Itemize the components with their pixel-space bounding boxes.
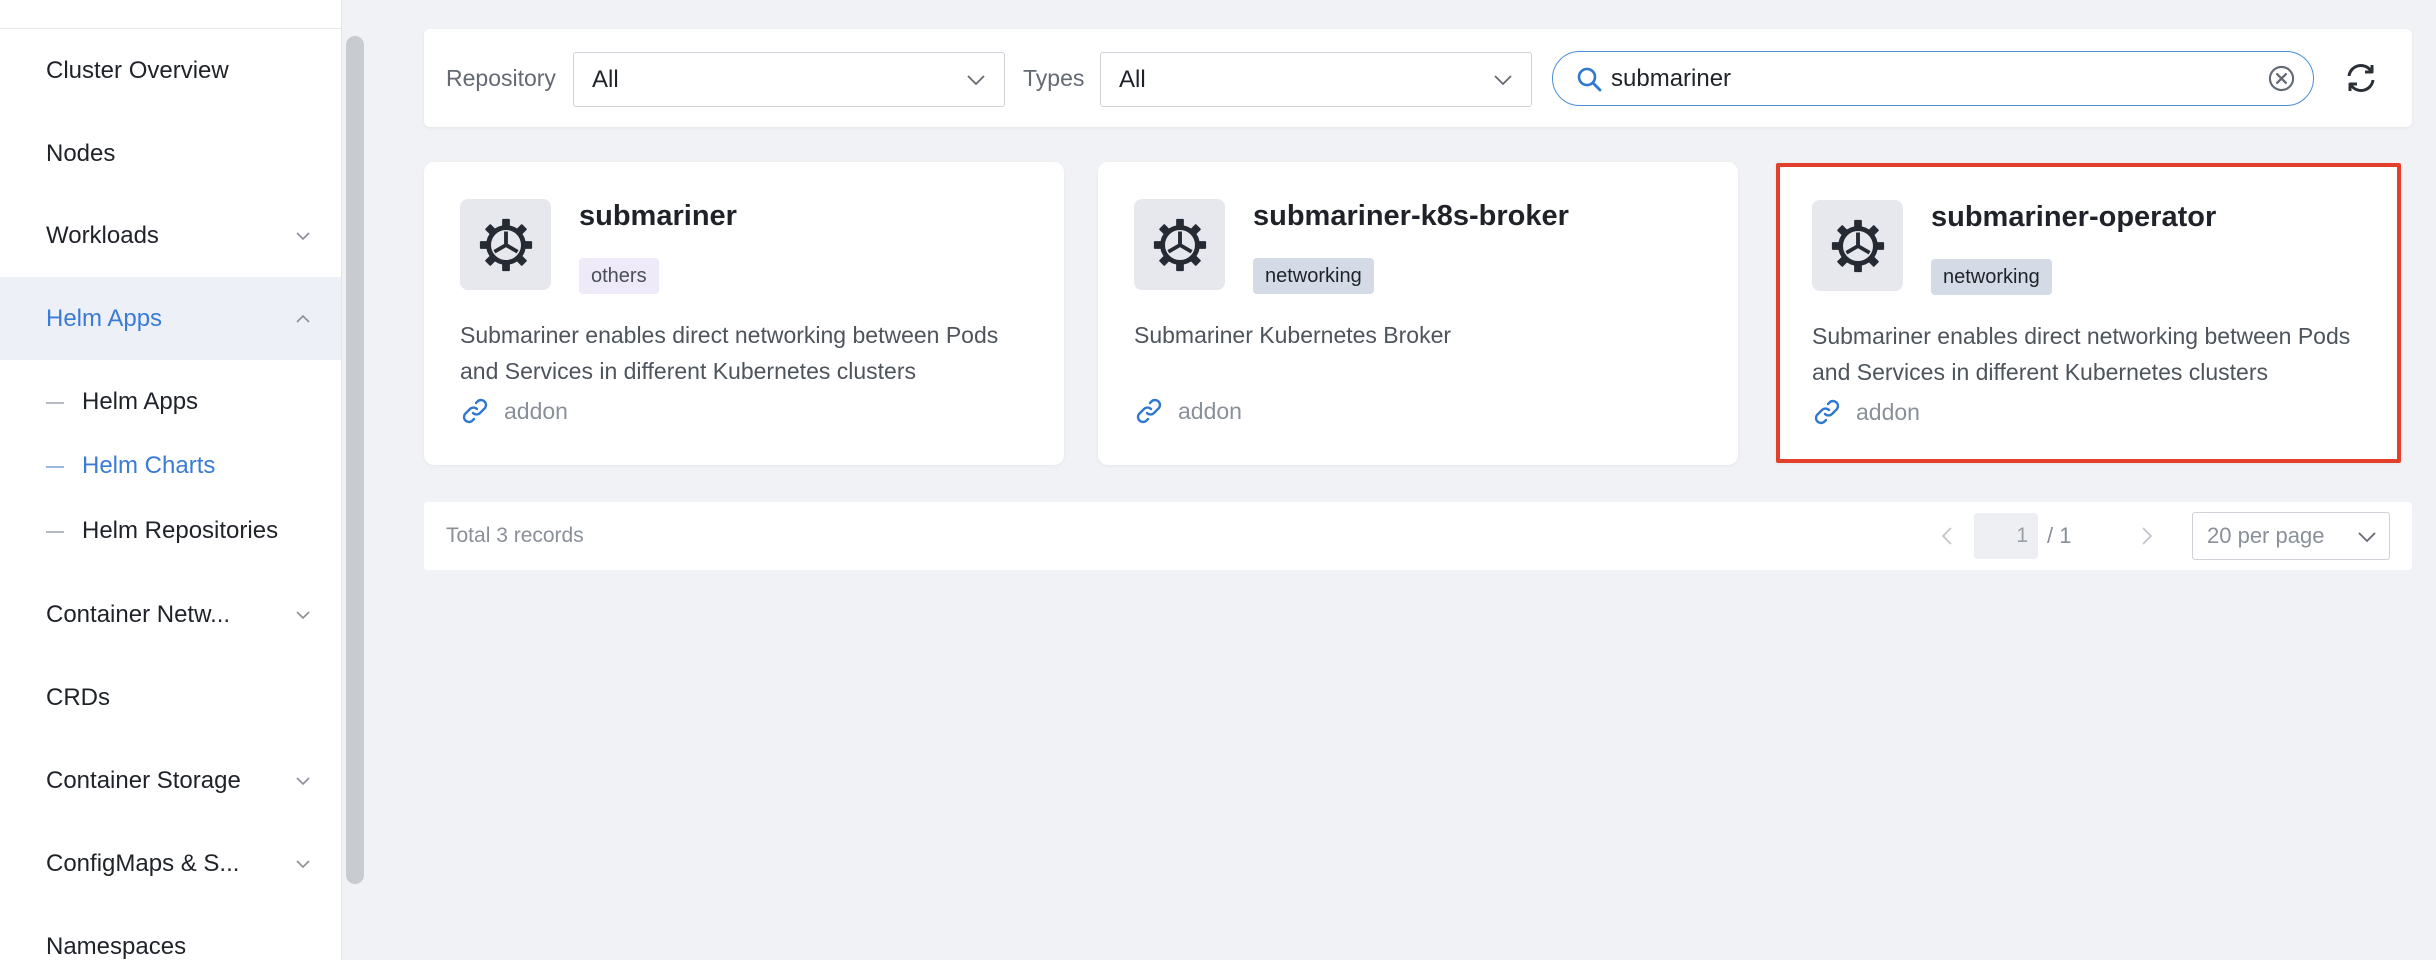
chevron-down-icon — [2358, 532, 2376, 543]
helm-chart-icon — [1831, 219, 1884, 272]
chevron-down-icon — [296, 610, 310, 619]
sidebar-item-container-network[interactable]: Container Netw... — [0, 573, 341, 656]
dash-icon — [46, 402, 64, 404]
chevron-down-icon — [296, 231, 310, 240]
dash-icon — [46, 466, 64, 468]
chevron-down-icon — [1494, 75, 1512, 86]
clear-icon[interactable] — [2268, 65, 2295, 92]
sidebar-item-label: CRDs — [46, 683, 110, 711]
link-icon — [1136, 398, 1162, 424]
sidebar-item-label: Container Netw... — [46, 600, 231, 628]
chevron-down-icon — [296, 859, 310, 868]
chart-description: Submariner enables direct networking bet… — [1812, 323, 2351, 385]
repository-link-label: addon — [504, 397, 568, 424]
sidebar-item-label: Namespaces — [46, 932, 187, 960]
repository-link[interactable]: addon — [1812, 396, 1920, 428]
refresh-icon[interactable] — [2343, 60, 2379, 96]
sidebar-item-cluster-overview[interactable]: Cluster Overview — [0, 29, 341, 112]
per-page-value: 20 per page — [2207, 523, 2325, 548]
chevron-left-icon[interactable] — [1936, 524, 1960, 548]
sidebar-subitem-label: Helm Repositories — [82, 517, 279, 544]
search-icon — [1577, 67, 1602, 92]
types-select[interactable]: All — [1100, 52, 1532, 107]
sidebar-item-label: Container Storage — [46, 766, 241, 794]
page-number-input[interactable]: 1 — [1974, 513, 2038, 559]
sidebar-subitem-label: Helm Apps — [82, 388, 199, 415]
total-records: Total 3 records — [446, 524, 584, 547]
sidebar-subitem-helm-repositories[interactable]: Helm Repositories — [0, 499, 341, 563]
sidebar: Cluster Overview Nodes Workloads Helm Ap… — [0, 0, 342, 960]
chart-icon-box — [1134, 199, 1225, 290]
sidebar-subitem-label: Helm Charts — [82, 452, 216, 479]
dash-icon — [46, 531, 64, 533]
link-icon — [462, 398, 488, 424]
chart-title[interactable]: submariner-k8s-broker — [1253, 200, 1569, 233]
per-page-select[interactable]: 20 per page — [2192, 512, 2390, 560]
repository-select[interactable]: All — [573, 52, 1005, 107]
sidebar-item-workloads[interactable]: Workloads — [0, 194, 341, 277]
repository-link[interactable]: addon — [460, 395, 568, 427]
page-total: / 1 — [2047, 523, 2072, 548]
chevron-right-icon[interactable] — [2134, 524, 2158, 548]
chevron-down-icon — [967, 75, 985, 86]
chevron-down-icon — [296, 776, 310, 785]
sidebar-item-nodes[interactable]: Nodes — [0, 112, 341, 195]
chevron-up-icon — [296, 314, 310, 323]
chart-title[interactable]: submariner — [579, 200, 737, 233]
helm-chart-icon — [1153, 218, 1206, 271]
repository-select-value: All — [592, 66, 619, 93]
sidebar-subitem-helm-charts[interactable]: Helm Charts — [0, 434, 341, 498]
sidebar-item-helm-apps[interactable]: Helm Apps — [0, 277, 341, 360]
chart-card-highlighted[interactable]: submariner-operator networking Submarine… — [1776, 163, 2401, 463]
sidebar-item-label: Workloads — [46, 221, 159, 249]
category-tag: networking — [1931, 259, 2052, 295]
filter-toolbar: Repository All Types All submariner — [424, 29, 2412, 127]
sidebar-item-label: Nodes — [46, 139, 116, 167]
types-select-value: All — [1119, 66, 1146, 93]
sidebar-item-label: Cluster Overview — [46, 56, 229, 84]
repository-link-label: addon — [1856, 398, 1920, 425]
sidebar-item-configmaps[interactable]: ConfigMaps & S... — [0, 822, 341, 905]
chart-icon-box — [1812, 200, 1903, 291]
chart-title[interactable]: submariner-operator — [1931, 201, 2216, 234]
chart-icon-box — [460, 199, 551, 290]
pagination-bar: Total 3 records 1 / 1 20 per page — [424, 502, 2412, 570]
sidebar-scrollbar[interactable] — [346, 36, 364, 884]
sidebar-item-label: Helm Apps — [46, 304, 163, 332]
sidebar-item-namespaces[interactable]: Namespaces — [0, 905, 341, 960]
sidebar-subitem-helm-apps[interactable]: Helm Apps — [0, 370, 341, 434]
types-label: Types — [1023, 65, 1085, 91]
sidebar-item-crds[interactable]: CRDs — [0, 656, 341, 739]
search-input[interactable]: submariner — [1552, 51, 2314, 106]
repository-link-label: addon — [1178, 397, 1242, 424]
link-icon — [1814, 399, 1840, 425]
repository-link[interactable]: addon — [1134, 395, 1242, 427]
search-input-value: submariner — [1611, 65, 1732, 92]
chart-description: Submariner Kubernetes Broker — [1134, 322, 1452, 348]
helm-chart-icon — [479, 218, 532, 271]
category-tag: others — [579, 258, 659, 294]
category-tag: networking — [1253, 258, 1374, 294]
chart-card[interactable]: submariner others Submariner enables dir… — [424, 162, 1064, 465]
sidebar-item-container-storage[interactable]: Container Storage — [0, 739, 341, 822]
sidebar-item-label: ConfigMaps & S... — [46, 849, 240, 877]
chart-card[interactable]: submariner-k8s-broker networking Submari… — [1098, 162, 1738, 465]
chart-description: Submariner enables direct networking bet… — [460, 322, 999, 384]
repository-label: Repository — [446, 65, 556, 91]
